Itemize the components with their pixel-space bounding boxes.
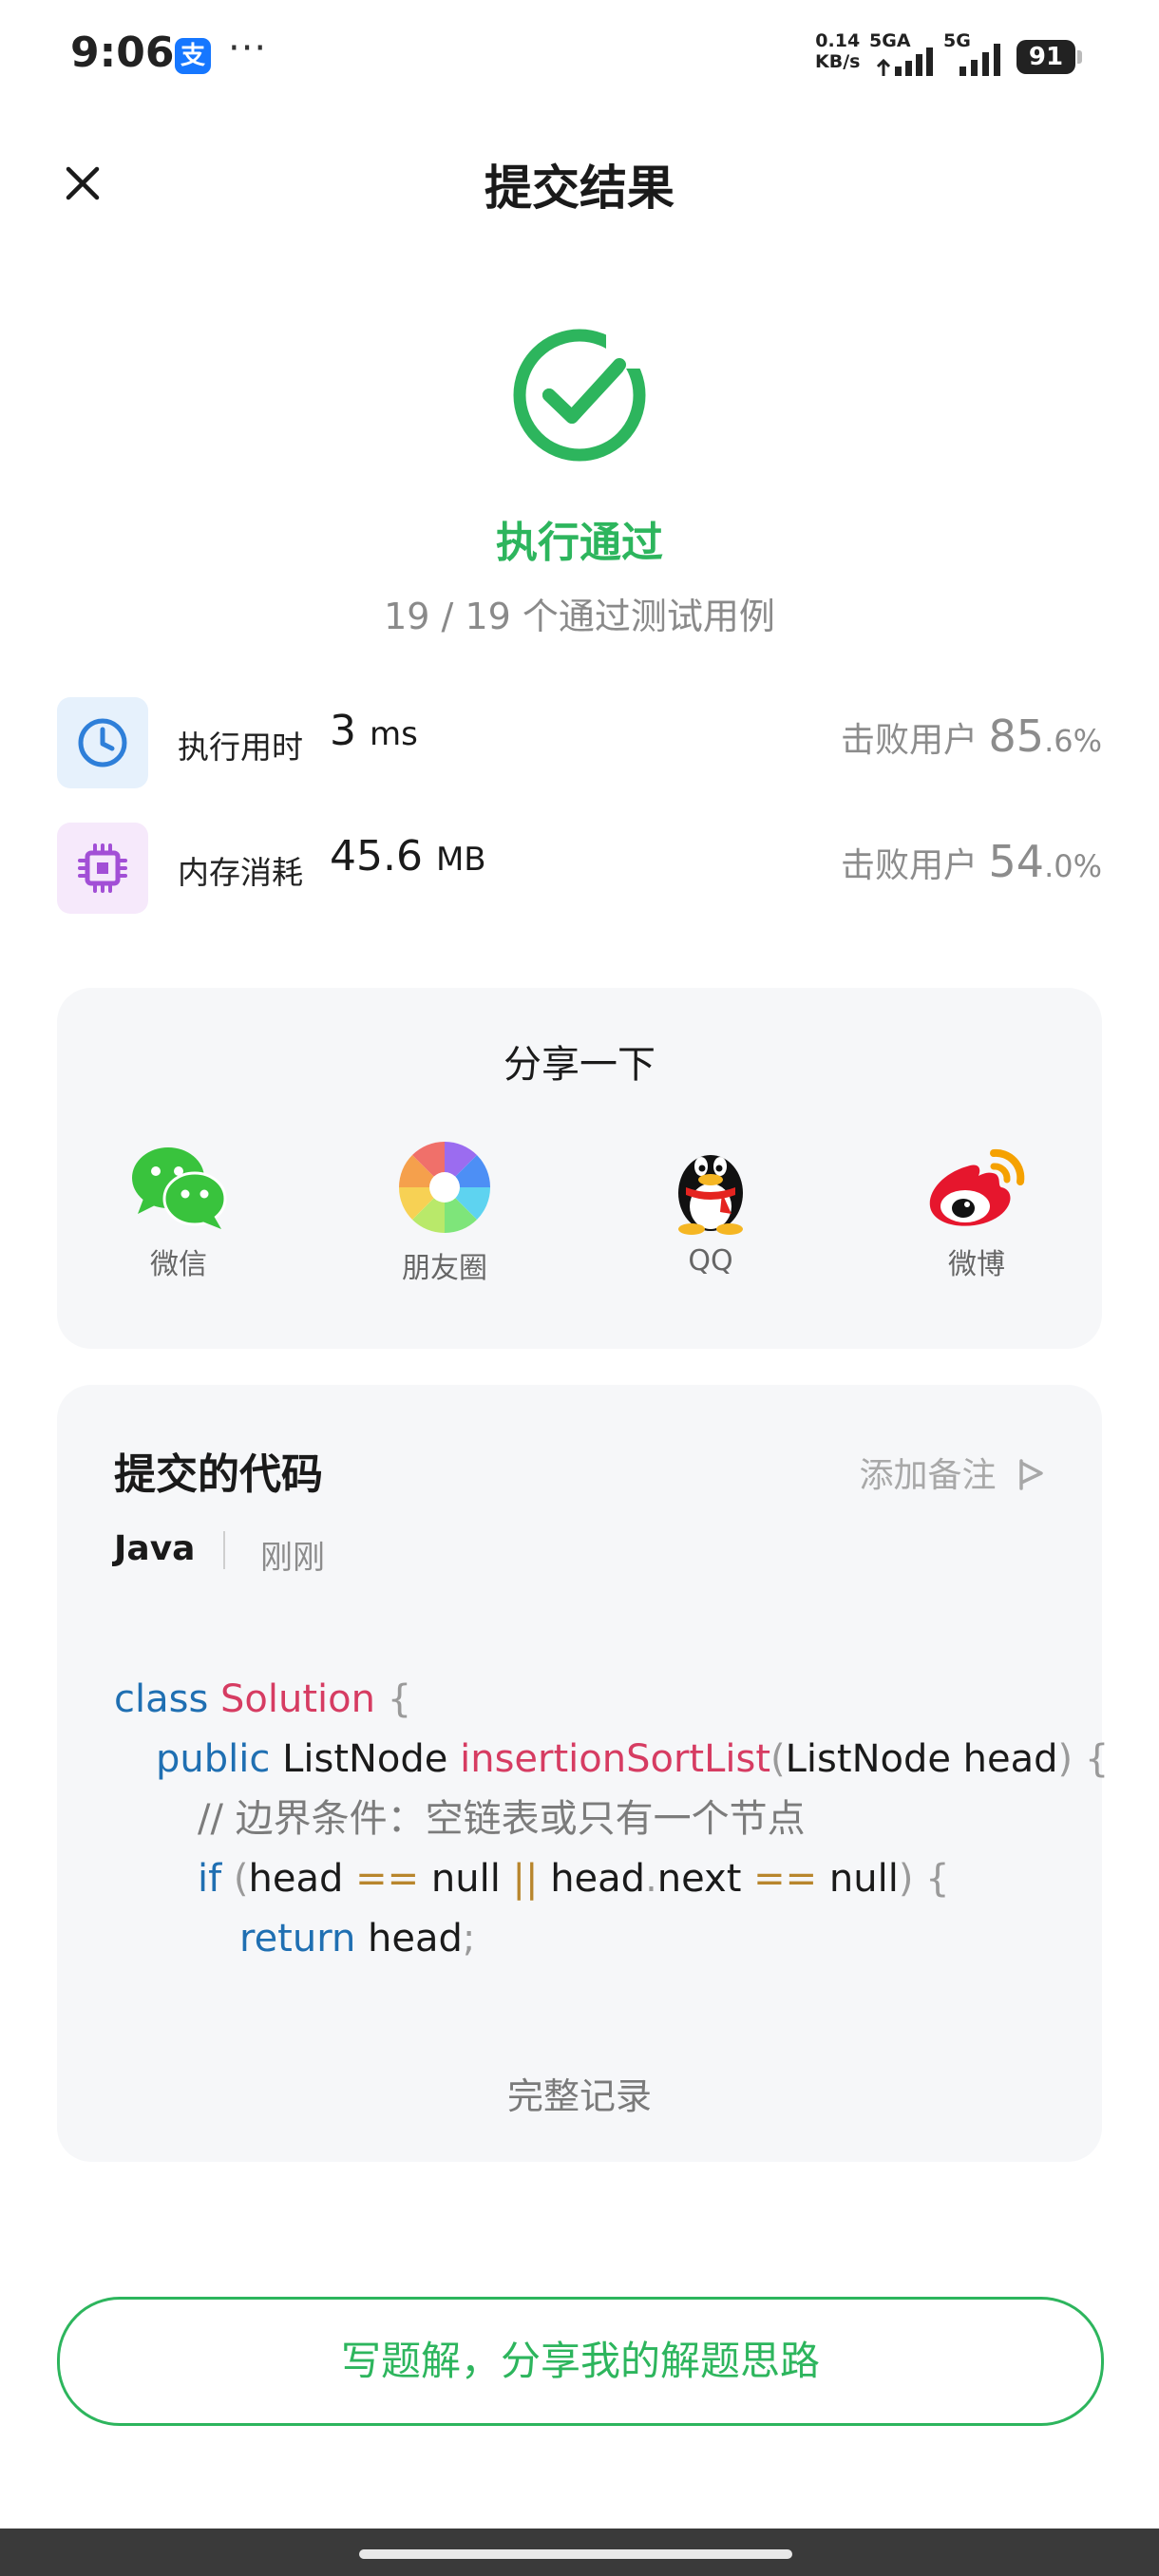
code-language: Java: [114, 1529, 196, 1568]
runtime-beat: 击败用户 85.6%: [841, 710, 1102, 762]
memory-stat: 内存消耗 45.6 MB 击败用户 54.0%: [57, 823, 1102, 918]
battery-cap: [1077, 50, 1082, 64]
qq-icon: [678, 1155, 743, 1235]
runtime-stat: 执行用时 3 ms 击败用户 85.6%: [57, 697, 1102, 792]
code-line-5: return head;: [239, 1917, 476, 1960]
more-notifications-icon: ···: [228, 27, 268, 70]
weibo-icon: [929, 1148, 1025, 1226]
status-time: 9:06: [70, 28, 175, 77]
memory-label: 内存消耗: [178, 854, 303, 891]
success-check-icon: [513, 327, 648, 462]
submitted-code-card: 提交的代码 添加备注 Java 刚刚 class Solution { publi…: [57, 1385, 1109, 2162]
divider: [223, 1531, 225, 1569]
memory-icon-box: [57, 823, 148, 914]
result-status: 执行通过: [496, 519, 663, 567]
code-line-2: public ListNode insertionSortList(ListNo…: [156, 1737, 1110, 1781]
wechat-icon: [132, 1147, 227, 1229]
moments-icon: [398, 1141, 491, 1234]
code-snippet: class Solution { public ListNode insertio…: [114, 1670, 1109, 1969]
share-weibo-button[interactable]: 微博: [891, 1140, 1062, 1282]
memory-beat: 击败用户 54.0%: [841, 836, 1102, 887]
signal-icon: [876, 47, 933, 76]
clock-icon: [78, 718, 127, 767]
alipay-notification-icon: 支: [175, 38, 211, 74]
share-title: 分享一下: [504, 1043, 656, 1087]
page-title: 提交结果: [484, 161, 674, 216]
runtime-value: 3 ms: [330, 707, 418, 755]
battery-icon: 91: [1016, 40, 1075, 74]
chip-icon: [78, 843, 127, 893]
flag-icon: [1019, 1459, 1043, 1490]
home-indicator[interactable]: [359, 2549, 792, 2559]
code-line-1: class Solution {: [114, 1677, 412, 1721]
runtime-icon-box: [57, 697, 148, 788]
code-card-title: 提交的代码: [114, 1450, 323, 1499]
test-case-count: 19 / 19 个通过测试用例: [384, 596, 775, 637]
memory-value: 45.6 MB: [330, 832, 486, 881]
status-bar: 9:06 支 ··· 0.14 KB/s 5GA 5G 91: [0, 0, 1159, 114]
submit-time: 刚刚: [260, 1539, 325, 1577]
full-record-button[interactable]: 完整记录: [57, 2067, 1102, 2119]
code-line-4: if (head == null || head.next == null) {: [198, 1857, 950, 1901]
signal-icon-2: [960, 44, 1000, 76]
share-moments-button[interactable]: 朋友圈: [359, 1140, 530, 1286]
code-line-3: // 边界条件：空链表或只有一个节点: [198, 1797, 806, 1841]
runtime-label: 执行用时: [178, 729, 303, 766]
share-card: 分享一下 微信 朋友圈 QQ 微博: [57, 988, 1102, 1349]
share-qq-button[interactable]: QQ: [625, 1140, 796, 1278]
add-note-button[interactable]: 添加备注: [860, 1448, 1045, 1497]
network-speed: 0.14 KB/s: [815, 30, 861, 72]
share-wechat-button[interactable]: 微信: [93, 1140, 264, 1282]
write-solution-button[interactable]: 写题解，分享我的解题思路: [57, 2297, 1104, 2426]
